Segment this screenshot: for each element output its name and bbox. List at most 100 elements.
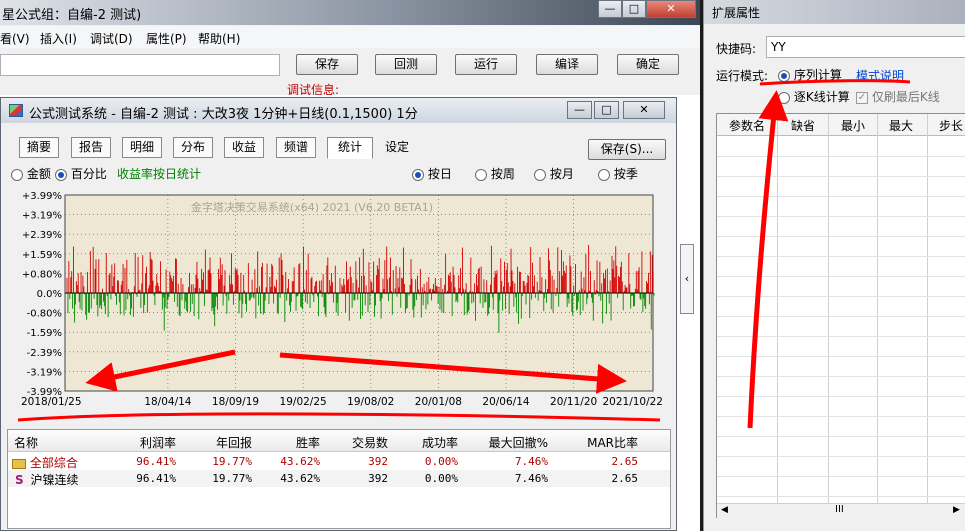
formula-name-input[interactable] (0, 54, 280, 76)
col-mar-ratio[interactable]: MAR比率 (558, 434, 638, 451)
col-max: 最大 (889, 119, 914, 133)
grid-row-line (717, 416, 965, 417)
menu-insert[interactable]: 插入(I) (40, 30, 77, 47)
menu-debug[interactable]: 调试(D) (90, 30, 133, 47)
period-daily[interactable]: 按日 (412, 165, 452, 182)
col-name[interactable]: 名称 (14, 434, 38, 451)
cell-annual-return: 19.77% (212, 455, 252, 468)
mode-doc-link[interactable]: 模式说明 (856, 67, 904, 84)
tab-spectrum[interactable]: 频谱 (276, 137, 316, 158)
tab-settings[interactable]: 设定 (377, 137, 417, 158)
option-percent[interactable]: 百分比 (55, 165, 107, 182)
save-button[interactable]: 保存 (296, 54, 358, 75)
col-profit-rate[interactable]: 利润率 (108, 434, 176, 451)
collapse-panel-button[interactable]: ‹ (680, 244, 694, 314)
period-quarterly[interactable]: 按季 (598, 165, 638, 182)
horizontal-scrollbar[interactable]: ◀ III ▶ (717, 503, 965, 518)
x-tick-label: 20/11/20 (550, 396, 597, 408)
cell-profit-rate: 96.41% (136, 472, 176, 485)
period-weekly[interactable]: 按周 (475, 165, 515, 182)
editor-title: 星公式组：自编-2 测试) (2, 8, 142, 23)
close-button[interactable]: ✕ (646, 0, 696, 18)
x-tick-label: 18/09/19 (212, 396, 259, 408)
test-close-button[interactable]: ✕ (623, 101, 665, 119)
option-amount-label: 金额 (26, 167, 51, 181)
parameter-grid[interactable]: 参数名 缺省 最小 最大 步长 ◀ III ▶ (716, 113, 965, 518)
s-icon: S (15, 473, 24, 487)
save-report-button[interactable]: 保存(S)... (588, 139, 666, 160)
table-row[interactable]: S 沪镍连续 96.41% 19.77% 43.62% 392 0.00% 7.… (8, 470, 670, 487)
grid-row-line (717, 276, 965, 277)
tab-statistics[interactable]: 统计 (327, 137, 373, 159)
grid-row-line (717, 196, 965, 197)
panel-title: 扩展属性 (712, 6, 761, 20)
option-percent-label: 百分比 (70, 167, 107, 181)
y-tick-label: -0.80% (27, 309, 62, 320)
radio-selected-icon (778, 69, 790, 82)
ok-button[interactable]: 确定 (617, 54, 679, 75)
test-minimize-button[interactable]: — (567, 101, 592, 119)
tab-distribution[interactable]: 分布 (173, 137, 213, 158)
shortcut-label: 快捷码: (716, 42, 757, 56)
period-monthly[interactable]: 按月 (534, 165, 574, 182)
backtest-button[interactable]: 回测 (375, 54, 437, 75)
cell-success-rate: 0.00% (424, 472, 458, 485)
row-name: 全部综合 (29, 456, 78, 470)
menu-properties[interactable]: 属性(P) (146, 30, 187, 47)
y-tick-label: -3.19% (27, 367, 62, 378)
radio-unselected-icon (475, 168, 487, 181)
tab-report[interactable]: 报告 (71, 137, 111, 158)
refresh-last-checkbox[interactable]: ✓ 仅刷最后K线 (856, 88, 940, 105)
period-monthly-label: 按月 (549, 167, 574, 181)
col-step: 步长 (939, 119, 964, 133)
col-default: 缺省 (791, 119, 816, 133)
refresh-last-label: 仅刷最后K线 (871, 90, 940, 104)
x-tick-label: 20/01/08 (415, 396, 462, 408)
scroll-left-icon[interactable]: ◀ (721, 505, 728, 515)
col-success-rate[interactable]: 成功率 (390, 434, 458, 451)
menu-view[interactable]: 看(V) (0, 30, 30, 47)
result-table: 名称 利润率 年回报 胜率 交易数 成功率 最大回撤% MAR比率 全部综合 9… (7, 429, 671, 529)
grid-row-line (717, 396, 965, 397)
mode-series-option[interactable]: 序列计算 (778, 66, 842, 83)
menu-help[interactable]: 帮助(H) (198, 30, 240, 47)
result-table-header: 名称 利润率 年回报 胜率 交易数 成功率 最大回撤% MAR比率 (8, 430, 670, 452)
y-tick-label: +0.80% (22, 269, 62, 280)
test-maximize-button[interactable]: □ (594, 101, 619, 119)
run-button[interactable]: 运行 (455, 54, 517, 75)
scroll-thumb[interactable]: III (835, 504, 844, 515)
grid-row-line (717, 476, 965, 477)
option-amount[interactable]: 金额 (11, 165, 51, 182)
table-row[interactable]: 全部综合 96.41% 19.77% 43.62% 392 0.00% 7.46… (8, 453, 670, 470)
col-max-drawdown[interactable]: 最大回撤% (468, 434, 548, 451)
grid-row-line (717, 156, 965, 157)
chart-watermark: 金字塔决策交易系统(x64) 2021 (V6.20 BETA1) (191, 200, 433, 214)
grid-row-line (717, 256, 965, 257)
tab-earnings[interactable]: 收益 (224, 137, 264, 158)
mode-tick-option[interactable]: 逐K线计算 (778, 88, 850, 105)
scroll-right-icon[interactable]: ▶ (953, 505, 960, 515)
col-annual-return[interactable]: 年回报 (184, 434, 252, 451)
grid-row-line (717, 176, 965, 177)
cell-annual-return: 19.77% (212, 472, 252, 485)
minimize-button[interactable]: — (598, 0, 622, 18)
tab-detail[interactable]: 明细 (122, 137, 162, 158)
y-tick-label: +3.99% (22, 191, 62, 202)
y-tick-label: -1.59% (27, 328, 62, 339)
shortcut-input[interactable]: YY (766, 36, 965, 58)
grid-row-line (717, 296, 965, 297)
col-trades[interactable]: 交易数 (320, 434, 388, 451)
y-tick-label: +2.39% (22, 230, 62, 241)
maximize-button[interactable]: □ (622, 0, 646, 18)
folder-icon (12, 458, 26, 469)
grid-row-line (717, 436, 965, 437)
cell-success-rate: 0.00% (424, 455, 458, 468)
daily-pct-note: 收益率按日统计 (117, 167, 202, 181)
row-name: 沪镍连续 (30, 473, 79, 487)
formula-test-window: 公式测试系统 - 自编-2 测试 : 大改3夜 1分钟+日线(0.1,1500)… (0, 97, 677, 531)
test-window-title: 公式测试系统 - 自编-2 测试 : 大改3夜 1分钟+日线(0.1,1500)… (29, 107, 418, 122)
compile-button[interactable]: 编译 (536, 54, 598, 75)
tab-summary[interactable]: 摘要 (19, 137, 59, 158)
radio-unselected-icon (778, 91, 790, 104)
col-win-rate[interactable]: 胜率 (252, 434, 320, 451)
